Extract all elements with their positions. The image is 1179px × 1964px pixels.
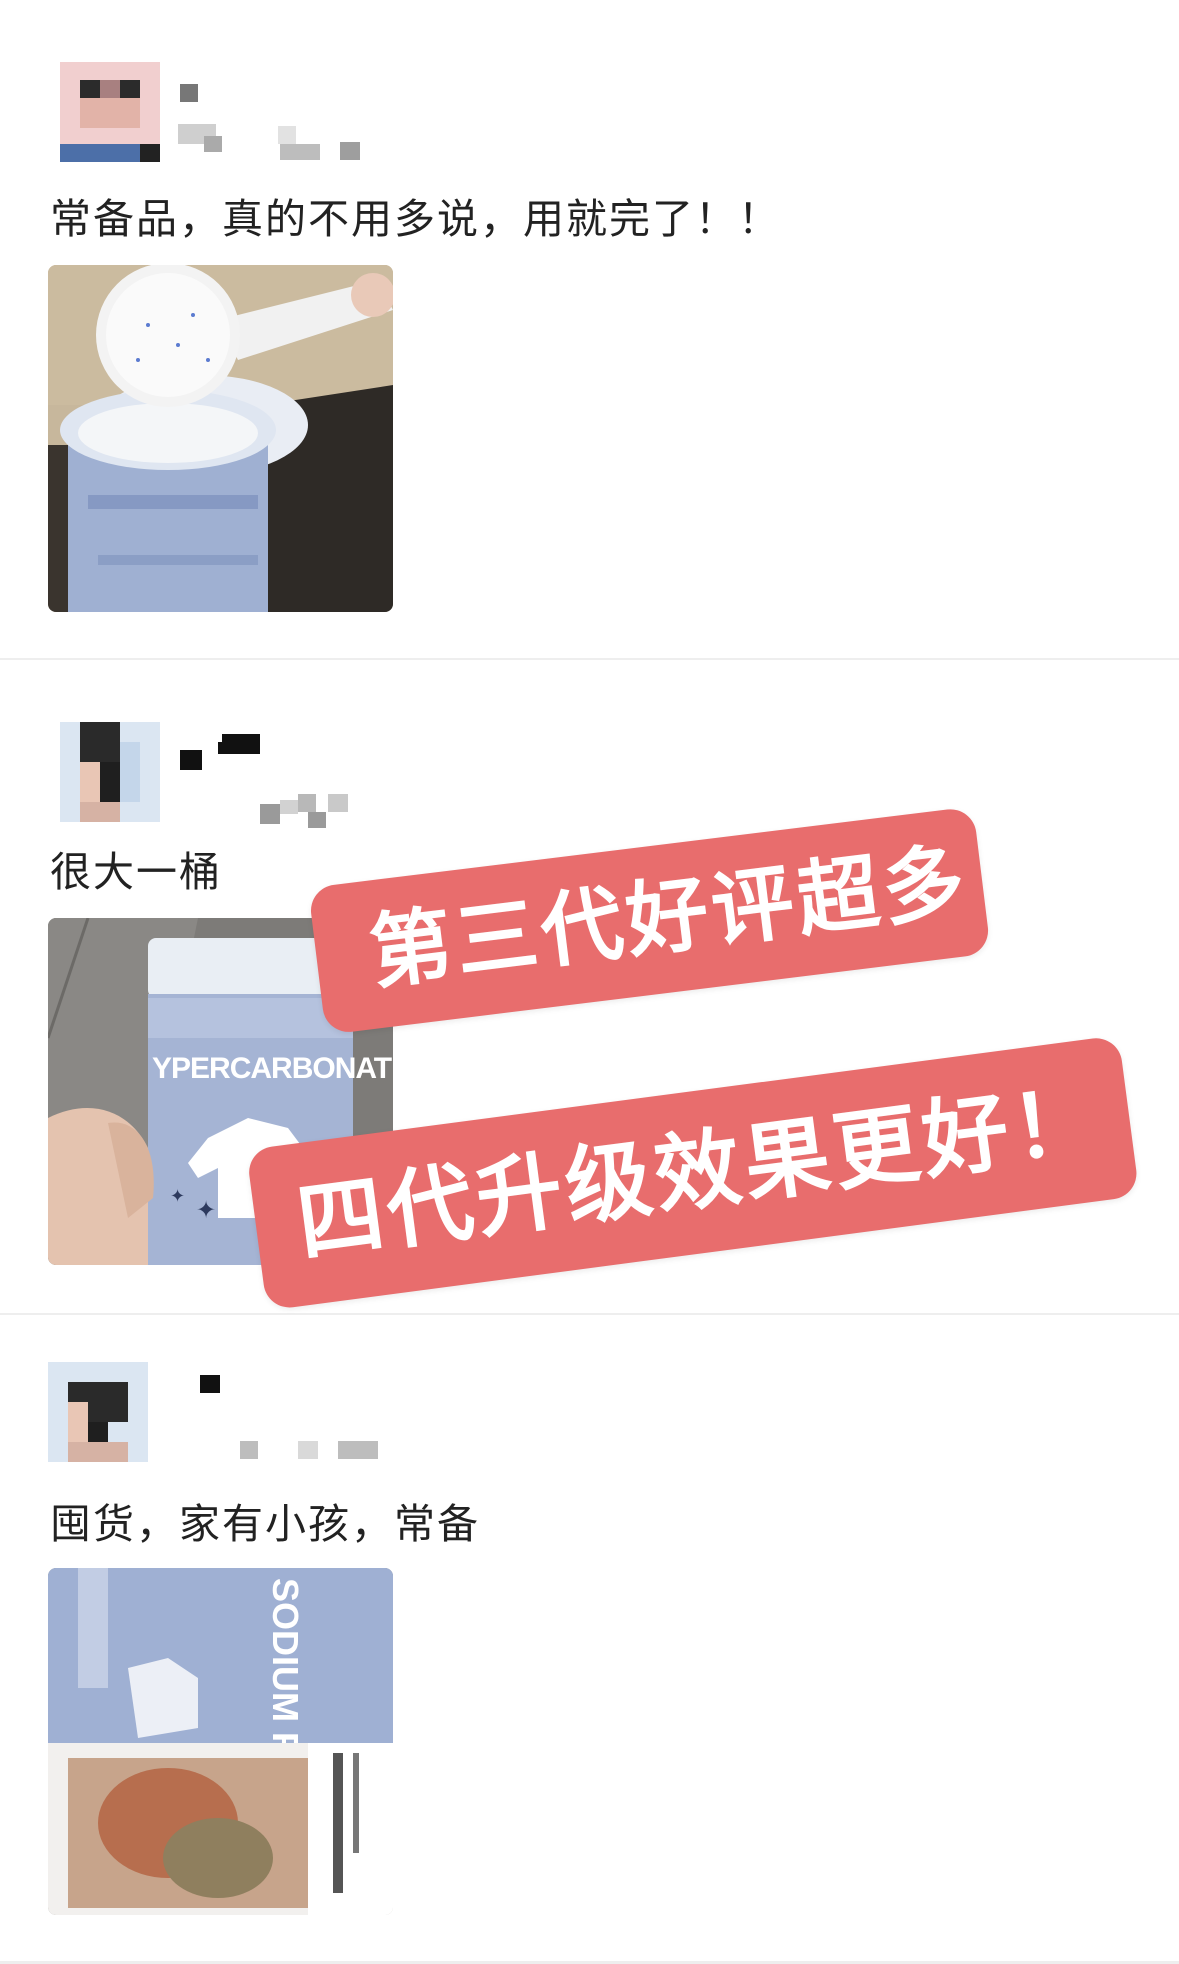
username-blurred	[200, 1375, 378, 1459]
review-text: 囤货，家有小孩，常备	[50, 1500, 480, 1548]
username-blurred	[178, 84, 360, 160]
avatar[interactable]	[60, 62, 160, 162]
review-text: 很大一桶	[50, 848, 222, 896]
avatar[interactable]	[48, 1362, 148, 1462]
avatar[interactable]	[60, 722, 160, 822]
package-print: YPERCARBONATE	[152, 1052, 393, 1085]
product-photo-package: SODIUM PERCARBO	[48, 1568, 393, 1915]
svg-text:✦: ✦	[196, 1196, 216, 1224]
username-blurred	[180, 734, 348, 828]
svg-text:✦: ✦	[170, 1186, 185, 1207]
review-photo[interactable]: SODIUM PERCARBO	[48, 1568, 393, 1915]
review-text: 常备品，真的不用多说，用就完了！！	[50, 195, 781, 243]
review-card-1: 常备品，真的不用多说，用就完了！！	[0, 0, 1179, 660]
product-photo-scoop	[48, 265, 393, 612]
review-photo[interactable]	[48, 265, 393, 612]
review-card-3: 囤货，家有小孩，常备 SODIUM PERCARBO	[0, 1315, 1179, 1964]
